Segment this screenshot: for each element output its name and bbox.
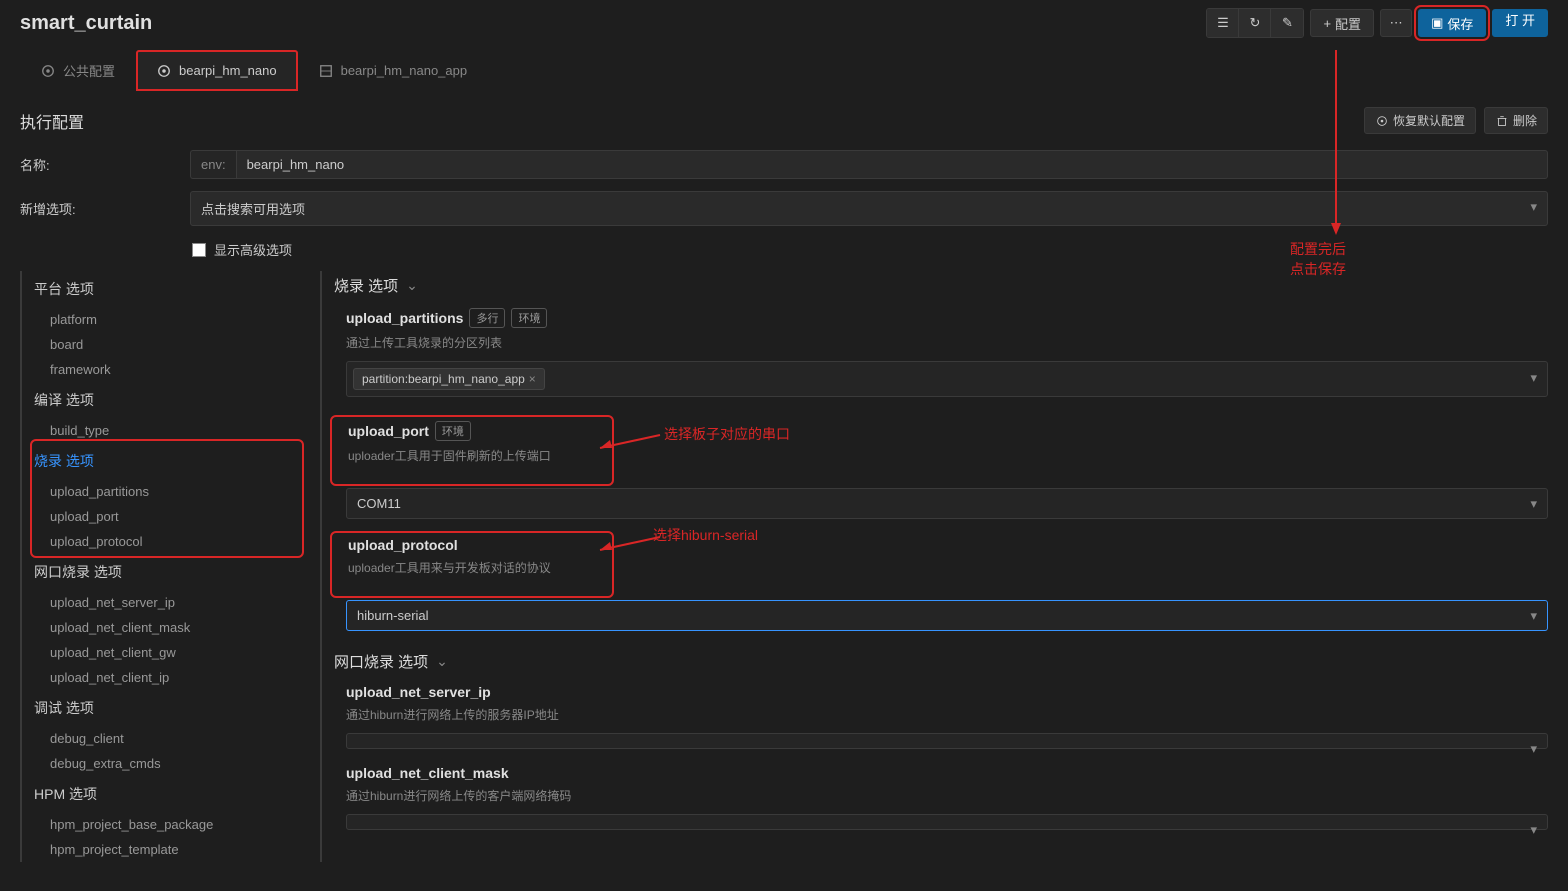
open-button[interactable]: 打 开	[1492, 9, 1548, 37]
name-input[interactable]	[236, 150, 1548, 179]
sidebar-item-net-client-mask[interactable]: upload_net_client_mask	[34, 615, 300, 640]
chip-remove-icon[interactable]: ×	[529, 372, 536, 386]
search-input[interactable]: 点击搜索可用选项	[190, 191, 1548, 226]
section-header: 执行配置 恢复默认配置 删除	[0, 91, 1568, 144]
sidebar-item-debug-extra-cmds[interactable]: debug_extra_cmds	[34, 751, 300, 776]
net-client-mask-block: upload_net_client_mask 通过hiburn进行网络上传的客户…	[334, 765, 1548, 846]
option-desc: 通过hiburn进行网络上传的服务器IP地址	[346, 700, 1548, 733]
plus-icon: +	[1323, 16, 1331, 31]
option-desc: uploader工具用于固件刷新的上传端口	[348, 441, 608, 474]
tab-bearpi-hm-nano-app[interactable]: bearpi_hm_nano_app	[298, 50, 489, 91]
upload-port-input[interactable]: COM11	[346, 488, 1548, 519]
tab-public-config[interactable]: 公共配置	[20, 50, 136, 91]
sidebar-item-upload-partitions[interactable]: upload_partitions	[34, 479, 300, 504]
sidebar-item-net-server-ip[interactable]: upload_net_server_ip	[34, 590, 300, 615]
sidebar-item-board[interactable]: board	[34, 332, 300, 357]
sidebar-item-framework[interactable]: framework	[34, 357, 300, 382]
option-name-upload-partitions: upload_partitions 多行 环境	[346, 308, 1548, 328]
sidebar-section-debug[interactable]: 调试 选项	[34, 690, 300, 726]
badge-multiline: 多行	[469, 308, 505, 328]
sidebar-item-hpm-base[interactable]: hpm_project_base_package	[34, 812, 300, 837]
annotation-save-note: 配置完后 点击保存	[1290, 240, 1346, 279]
partition-chip[interactable]: partition:bearpi_hm_nano_app ×	[353, 368, 545, 390]
edit-icon[interactable]: ✎	[1271, 9, 1303, 37]
net-server-ip-input[interactable]	[346, 733, 1548, 749]
sidebar-section-upload[interactable]: 烧录 选项	[34, 443, 300, 479]
name-label: 名称:	[20, 155, 190, 174]
save-icon: ▣	[1431, 15, 1443, 31]
chevron-down-icon	[436, 653, 448, 670]
sidebar-item-build-type[interactable]: build_type	[34, 418, 300, 443]
sidebar-item-net-client-ip[interactable]: upload_net_client_ip	[34, 665, 300, 690]
page-title: smart_curtain	[20, 12, 152, 35]
annotation-port-note: 选择板子对应的串口	[664, 425, 790, 445]
chevron-down-icon	[406, 277, 418, 294]
trash-icon	[1495, 114, 1509, 128]
sidebar-section-build[interactable]: 编译 选项	[34, 382, 300, 418]
badge-env: 环境	[435, 421, 471, 441]
toolbar-group: ☰ ↻ ✎	[1206, 8, 1304, 38]
more-icon[interactable]: ⋯	[1380, 9, 1412, 37]
option-name-upload-port: upload_port 环境	[348, 421, 608, 441]
upload-protocol-block: upload_protocol uploader工具用来与开发板对话的协议	[336, 537, 608, 592]
sidebar-section-net-upload[interactable]: 网口烧录 选项	[34, 554, 300, 590]
main-layout: 平台 选项 platform board framework 编译 选项 bui…	[0, 267, 1568, 866]
upload-port-block: upload_port 环境 uploader工具用于固件刷新的上传端口	[336, 421, 608, 480]
net-client-mask-input[interactable]	[346, 814, 1548, 830]
upload-protocol-highlight: upload_protocol uploader工具用来与开发板对话的协议	[334, 535, 610, 594]
section-actions: 恢复默认配置 删除	[1364, 107, 1548, 134]
sidebar-item-debug-client[interactable]: debug_client	[34, 726, 300, 751]
badge-env: 环境	[511, 308, 547, 328]
net-upload-group-title[interactable]: 网口烧录 选项	[334, 647, 1548, 684]
name-prefix: env:	[190, 150, 236, 179]
net-server-ip-block: upload_net_server_ip 通过hiburn进行网络上传的服务器I…	[334, 684, 1548, 765]
sidebar: 平台 选项 platform board framework 编译 选项 bui…	[20, 271, 300, 862]
header: smart_curtain ☰ ↻ ✎ + 配置 ⋯ ▣ 保存 打 开	[0, 0, 1568, 42]
sidebar-item-upload-port[interactable]: upload_port	[34, 504, 300, 529]
sidebar-section-platform[interactable]: 平台 选项	[34, 271, 300, 307]
option-desc: 通过上传工具烧录的分区列表	[346, 328, 1548, 361]
sidebar-item-upload-protocol[interactable]: upload_protocol	[34, 529, 300, 554]
option-desc: 通过hiburn进行网络上传的客户端网络掩码	[346, 781, 1548, 814]
partition-icon	[319, 64, 333, 78]
tabs: 公共配置 bearpi_hm_nano bearpi_hm_nano_app	[0, 50, 1568, 91]
section-title-text: 执行配置	[20, 109, 84, 133]
option-name-net-server-ip: upload_net_server_ip	[346, 684, 1548, 700]
name-row: 名称: env:	[0, 144, 1568, 185]
restore-button[interactable]: 恢复默认配置	[1364, 107, 1476, 134]
sidebar-section-hpm[interactable]: HPM 选项	[34, 776, 300, 812]
target-icon	[41, 64, 55, 78]
delete-button[interactable]: 删除	[1484, 107, 1548, 134]
target-icon	[1375, 114, 1389, 128]
option-desc: uploader工具用来与开发板对话的协议	[348, 553, 608, 586]
toolbar: ☰ ↻ ✎ + 配置 ⋯ ▣ 保存 打 开	[1206, 8, 1548, 38]
upload-partitions-block: upload_partitions 多行 环境 通过上传工具烧录的分区列表 pa…	[334, 308, 1548, 413]
filter-icon[interactable]: ☰	[1207, 9, 1239, 37]
sidebar-item-platform[interactable]: platform	[34, 307, 300, 332]
upload-port-highlight: upload_port 环境 uploader工具用于固件刷新的上传端口	[334, 419, 610, 482]
save-button[interactable]: ▣ 保存	[1418, 9, 1486, 37]
content: 烧录 选项 upload_partitions 多行 环境 通过上传工具烧录的分…	[320, 271, 1548, 862]
refresh-icon[interactable]: ↻	[1239, 9, 1271, 37]
annotation-protocol-note: 选择hiburn-serial	[653, 526, 758, 546]
sidebar-item-hpm-template[interactable]: hpm_project_template	[34, 837, 300, 862]
option-name-upload-protocol: upload_protocol	[348, 537, 608, 553]
sidebar-upload-highlight: 烧录 选项 upload_partitions upload_port uplo…	[34, 443, 300, 554]
new-option-label: 新增选项:	[20, 199, 190, 218]
new-option-row: 新增选项: 点击搜索可用选项	[0, 185, 1568, 232]
option-name-net-client-mask: upload_net_client_mask	[346, 765, 1548, 781]
advanced-checkbox[interactable]	[192, 243, 206, 257]
advanced-label: 显示高级选项	[214, 240, 292, 259]
upload-protocol-input[interactable]: hiburn-serial	[346, 600, 1548, 631]
config-button[interactable]: + 配置	[1310, 9, 1374, 37]
target-icon	[157, 64, 171, 78]
upload-group-title[interactable]: 烧录 选项	[334, 271, 1548, 308]
tab-bearpi-hm-nano[interactable]: bearpi_hm_nano	[136, 50, 298, 91]
sidebar-item-net-client-gw[interactable]: upload_net_client_gw	[34, 640, 300, 665]
partitions-input[interactable]: partition:bearpi_hm_nano_app ×	[346, 361, 1548, 397]
